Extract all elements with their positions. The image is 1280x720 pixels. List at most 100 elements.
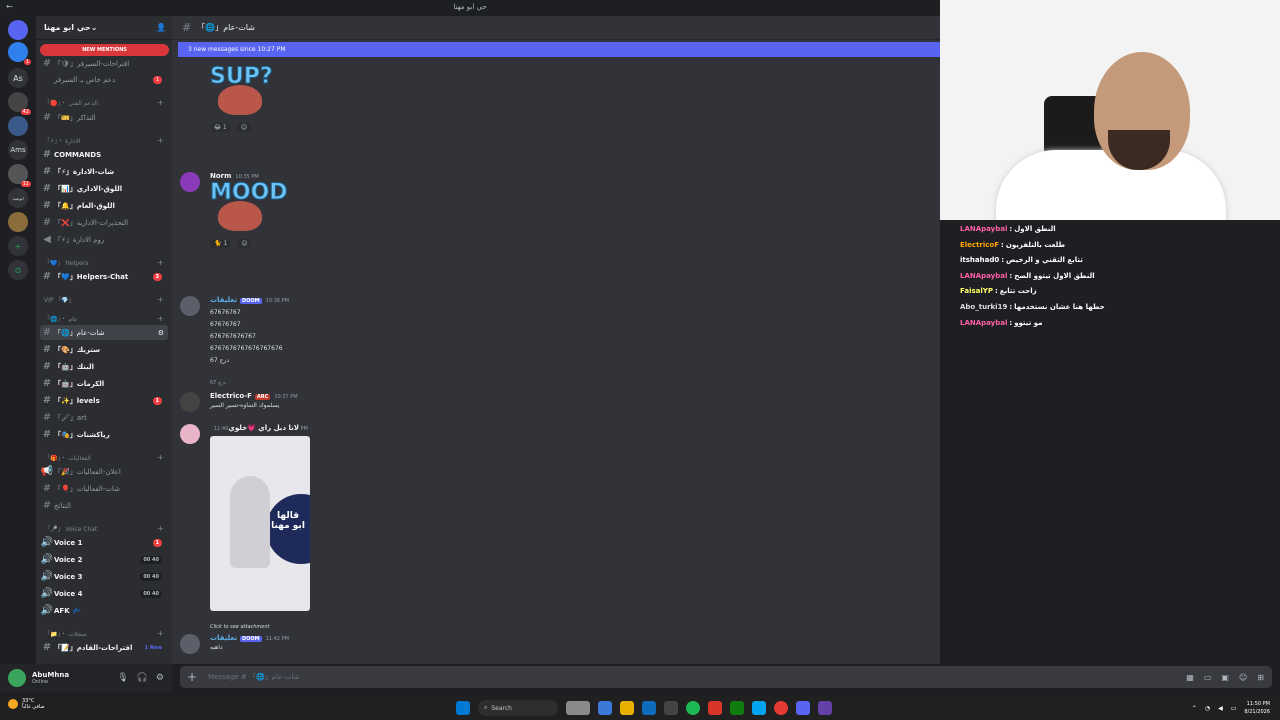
- avatar[interactable]: [180, 424, 200, 444]
- channel-item-active[interactable]: # 「🌐」شات-عام ⚙: [40, 325, 168, 340]
- chrome-icon[interactable]: [598, 701, 612, 715]
- plus-icon[interactable]: +: [157, 295, 164, 304]
- plus-icon[interactable]: +: [157, 258, 164, 267]
- channel-item[interactable]: # 「🤖」البنك: [40, 359, 168, 374]
- image-attachment[interactable]: قالها ابو مهنا: [210, 436, 310, 611]
- author-name[interactable]: Norm: [210, 172, 231, 180]
- app-icon[interactable]: [752, 701, 766, 715]
- weather-widget[interactable]: 33°C صافي غالباً: [8, 698, 45, 710]
- voice-channel-item[interactable]: ◀ 「⚡」روم الادارة: [40, 232, 168, 247]
- volume-icon[interactable]: ◀: [1218, 705, 1223, 712]
- voice-channel-item[interactable]: 🔊 AFK 💤: [40, 603, 168, 618]
- add-member-icon[interactable]: 👤: [156, 23, 166, 32]
- windows-start-icon[interactable]: [456, 701, 470, 715]
- channel-item[interactable]: 📢 「🎉」اعلان-الفعاليات: [40, 464, 168, 479]
- channel-item[interactable]: # 「🎫」التذاكر: [40, 110, 168, 125]
- server-icon[interactable]: As: [8, 68, 28, 88]
- author-name[interactable]: Electrico-F: [210, 392, 252, 400]
- plus-icon[interactable]: +: [157, 629, 164, 638]
- channel-item[interactable]: # 「⚡」شات-الادارة: [40, 164, 168, 179]
- server-icon[interactable]: 42: [8, 92, 31, 115]
- avatar[interactable]: [180, 172, 200, 192]
- discord-home-icon[interactable]: [8, 20, 28, 40]
- battery-icon[interactable]: ▭: [1231, 705, 1237, 712]
- channel-item[interactable]: # 「✨」levels 1: [40, 393, 168, 408]
- spotify-icon[interactable]: [686, 701, 700, 715]
- avatar[interactable]: [180, 392, 200, 412]
- avatar[interactable]: [180, 634, 200, 654]
- channel-item[interactable]: # 「💙」Helpers-Chat 3: [40, 269, 168, 284]
- server-icon[interactable]: ابوعبيد: [8, 188, 28, 208]
- channel-item[interactable]: # 「🎈」شات-الفعاليات: [40, 481, 168, 496]
- voice-channel-item[interactable]: 🔊 Voice 1 1: [40, 535, 168, 550]
- chevron-up-icon[interactable]: ⌃: [1192, 705, 1197, 712]
- channel-item[interactable]: # 「🔔」اللوق-العام: [40, 198, 168, 213]
- brave-icon[interactable]: [708, 701, 722, 715]
- add-reaction-icon[interactable]: ☺: [236, 123, 252, 132]
- voice-channel-item[interactable]: 🔊 Voice 3 00 40: [40, 569, 168, 584]
- reply-preview[interactable]: درج 67: [210, 380, 610, 386]
- message-input[interactable]: Message # 「🌐」شات-عام: [208, 672, 299, 682]
- plus-icon[interactable]: +: [157, 98, 164, 107]
- plus-icon[interactable]: +: [157, 314, 164, 323]
- server-icon[interactable]: 11: [8, 164, 31, 187]
- server-icon[interactable]: [8, 212, 28, 232]
- author-name[interactable]: تعليقات: [210, 634, 237, 642]
- store-icon[interactable]: [642, 701, 656, 715]
- avatar[interactable]: [180, 296, 200, 316]
- add-reaction-icon[interactable]: ☺: [237, 239, 252, 248]
- category-vip[interactable]: VIP 「💎」 +: [44, 293, 168, 305]
- add-server-icon[interactable]: +: [8, 236, 28, 256]
- obs-icon[interactable]: [774, 701, 788, 715]
- channel-item[interactable]: # النتائج: [40, 498, 168, 513]
- apps-icon[interactable]: ⊞: [1257, 673, 1264, 682]
- voice-channel-item[interactable]: 🔊 Voice 2 00 40: [40, 552, 168, 567]
- gift-icon[interactable]: ▦: [1186, 673, 1194, 682]
- message-composer[interactable]: + Message # 「🌐」شات-عام ▦ ▭ ▣ ☺ ⊞: [180, 666, 1272, 688]
- channel-item[interactable]: # 「🎨」ستريك: [40, 342, 168, 357]
- channel-item[interactable]: # 「📝」اقتراحات-القادم 1 New: [40, 640, 168, 655]
- category-general[interactable]: 「🌐」・ عام +: [44, 312, 168, 324]
- category-support[interactable]: 「🔴」・ الدعم الفني +: [44, 96, 168, 108]
- app-icon[interactable]: [818, 701, 832, 715]
- server-icon[interactable]: Ams: [8, 140, 28, 160]
- category-events[interactable]: 「🎁」・ الفعاليات +: [44, 451, 168, 463]
- channel-item[interactable]: # 「🖌」art: [40, 410, 168, 425]
- file-explorer-icon[interactable]: [620, 701, 634, 715]
- channel-item[interactable]: # 「❌」التحذيرات-الاداريه: [40, 215, 168, 230]
- plus-icon[interactable]: +: [157, 524, 164, 533]
- server-header[interactable]: حي ابو مهنا ⌄ 👤: [36, 16, 172, 40]
- settings-gear-icon[interactable]: ⚙: [158, 329, 164, 337]
- channel-item[interactable]: # 「🛡」اقتراحات-السيرفر: [40, 56, 168, 71]
- category-voice[interactable]: 「🎤」 Voice Chat +: [44, 522, 168, 534]
- gear-icon[interactable]: ⚙: [156, 673, 164, 683]
- voice-channel-item[interactable]: 🔊 Voice 4 00 40: [40, 586, 168, 601]
- reply-preview[interactable]: Click to see attachment: [210, 624, 610, 630]
- widgets-icon[interactable]: [566, 701, 590, 715]
- clock[interactable]: 11:50 PM 8/21/2026: [1244, 700, 1270, 716]
- channel-item[interactable]: # 「📊」اللوق-الاداري: [40, 181, 168, 196]
- user-name-block[interactable]: AbuMhna Online: [32, 671, 69, 685]
- author-name[interactable]: تعليقات: [210, 296, 237, 304]
- headphones-icon[interactable]: 🎧: [137, 673, 148, 683]
- xbox-icon[interactable]: [730, 701, 744, 715]
- gif-icon[interactable]: ▭: [1204, 673, 1212, 682]
- server-icon[interactable]: 1: [8, 42, 31, 65]
- microphone-icon[interactable]: 🎙: [117, 673, 128, 683]
- channel-item[interactable]: # 「🎭」رياكشنات: [40, 427, 168, 442]
- discord-icon[interactable]: [796, 701, 810, 715]
- avatar[interactable]: [8, 669, 26, 687]
- new-mentions-pill[interactable]: NEW MENTIONS: [40, 44, 169, 56]
- plus-icon[interactable]: +: [157, 453, 164, 462]
- emoji-icon[interactable]: ☺: [1239, 673, 1247, 682]
- reaction[interactable]: 😂 1: [210, 123, 231, 132]
- channel-item[interactable]: # COMMANDS: [40, 147, 168, 162]
- reaction[interactable]: 🐈 1: [210, 239, 232, 248]
- plus-icon[interactable]: +: [157, 136, 164, 145]
- sticker-icon[interactable]: ▣: [1221, 673, 1229, 682]
- server-icon[interactable]: [8, 116, 28, 136]
- category-helpers[interactable]: 「💙」 Helpers +: [44, 256, 168, 268]
- app-icon[interactable]: [664, 701, 678, 715]
- category-admin[interactable]: 「⚡」・ الادارة +: [44, 134, 168, 146]
- discover-icon[interactable]: ⊙: [8, 260, 28, 280]
